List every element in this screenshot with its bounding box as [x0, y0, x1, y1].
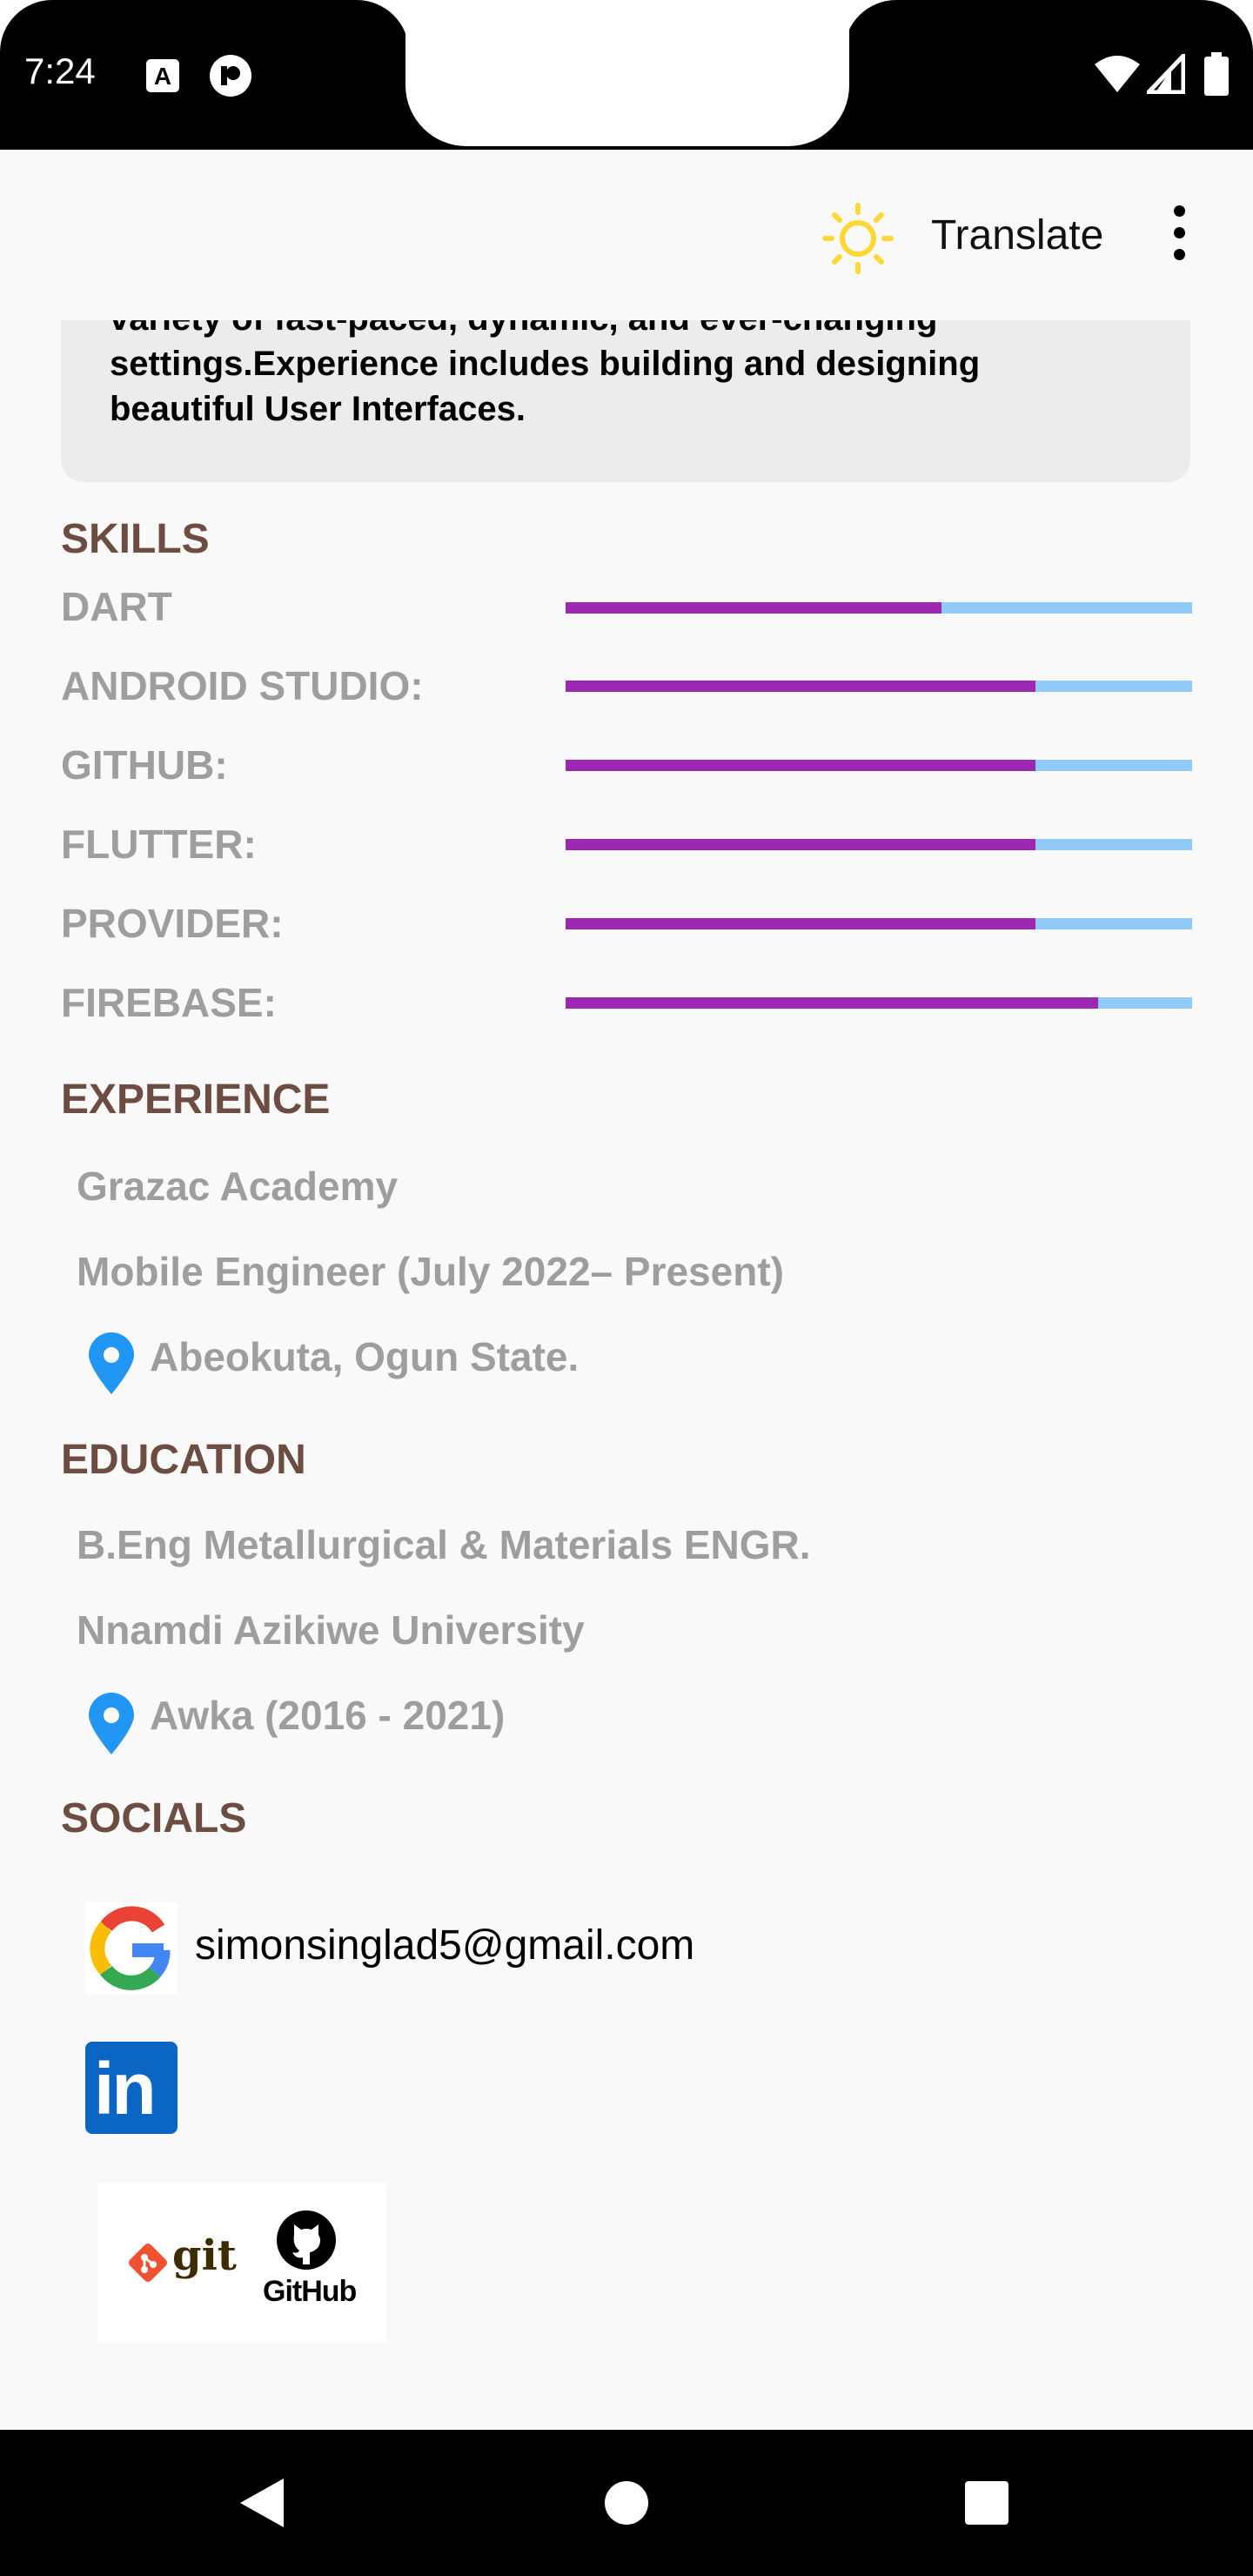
translate-button[interactable]: Translate [931, 211, 1103, 259]
git-github-logo[interactable]: git GitHub [97, 2183, 386, 2343]
skill-bar-fill [566, 839, 1035, 850]
skill-label: ANDROID STUDIO: [61, 663, 424, 708]
skill-bar [566, 760, 1192, 771]
battery-icon [1204, 52, 1229, 96]
education-school: Nnamdi Azikiwe University [77, 1607, 585, 1653]
git-label: git [172, 2231, 237, 2280]
home-icon[interactable] [604, 2480, 649, 2526]
github-label: GitHub [263, 2275, 357, 2308]
skill-label: DART [61, 584, 172, 629]
education-location: Awka (2016 - 2021) [150, 1693, 506, 1738]
skill-label: FLUTTER: [61, 822, 257, 867]
skill-bar [566, 997, 1192, 1009]
location-pin-icon [89, 1693, 134, 1754]
skill-bar [566, 681, 1192, 692]
screen-corner-right [1201, 0, 1253, 52]
recents-icon[interactable] [964, 2480, 1009, 2526]
skill-bar-fill [566, 997, 1098, 1009]
location-pin-icon [89, 1332, 134, 1394]
screen-corner-left [0, 0, 52, 52]
skill-bar [566, 602, 1192, 614]
skill-label: PROVIDER: [61, 901, 284, 946]
back-icon[interactable] [235, 2475, 287, 2531]
sun-icon[interactable] [821, 202, 895, 275]
experience-heading: EXPERIENCE [61, 1077, 331, 1123]
git-icon [129, 2244, 167, 2282]
notch-shoulder-right [844, 0, 896, 52]
experience-location: Abeokuta, Ogun State. [150, 1334, 580, 1379]
email-link[interactable]: simonsinglad5@gmail.com [195, 1922, 694, 1969]
svg-text:A: A [154, 63, 171, 90]
camera-notch [405, 0, 849, 146]
skill-label: FIREBASE: [61, 980, 277, 1025]
skills-heading: SKILLS [61, 516, 210, 562]
notch-shoulder-left [357, 0, 409, 52]
google-icon[interactable] [85, 1902, 178, 1995]
navigation-bar [0, 2430, 1253, 2576]
experience-company: Grazac Academy [77, 1164, 399, 1209]
skill-bar-fill [566, 602, 941, 614]
skill-bar [566, 918, 1192, 929]
skill-bar [566, 839, 1192, 850]
skill-bar-fill [566, 681, 1035, 692]
status-bar: 7:24 A [0, 0, 1253, 150]
linkedin-logo-text: in [94, 2048, 157, 2130]
app-notification-icon [210, 55, 251, 97]
summary-line: settings.Experience includes building an… [110, 345, 981, 383]
summary-line: beautiful User Interfaces. [110, 390, 526, 428]
socials-heading: SOCIALS [61, 1795, 247, 1841]
cell-signal-icon [1147, 54, 1185, 94]
github-icon [277, 2210, 336, 2270]
skill-bar-fill [566, 760, 1035, 771]
more-vert-icon[interactable] [1166, 205, 1192, 261]
experience-role: Mobile Engineer (July 2022– Present) [77, 1249, 784, 1294]
education-degree: B.Eng Metallurgical & Materials ENGR. [77, 1522, 811, 1567]
status-time: 7:24 [24, 50, 96, 91]
education-heading: EDUCATION [61, 1437, 306, 1483]
skill-label: GITHUB: [61, 742, 228, 788]
skill-bar-fill [566, 918, 1035, 929]
a-notification-icon: A [146, 59, 179, 92]
wifi-icon [1095, 56, 1140, 92]
linkedin-icon[interactable]: in [85, 2042, 178, 2134]
